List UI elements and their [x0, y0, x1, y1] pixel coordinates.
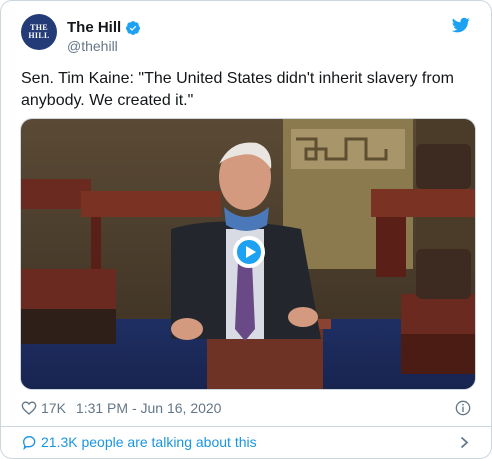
twitter-bird-icon[interactable] [451, 16, 471, 34]
like-count[interactable]: 17K [41, 400, 66, 416]
video-player[interactable] [20, 118, 476, 390]
chevron-right-icon [460, 436, 469, 449]
conversation-link[interactable]: 21.3K people are talking about this [21, 432, 471, 452]
conversation-text: 21.3K people are talking about this [41, 434, 257, 450]
avatar-text-line2: HILL [28, 31, 50, 40]
tweet-header: THE HILL The Hill @thehill [21, 14, 471, 58]
info-icon[interactable] [455, 400, 471, 416]
tweet-timestamp[interactable]: 1:31 PM - Jun 16, 2020 [76, 400, 222, 416]
embedded-tweet-card[interactable]: THE HILL The Hill @thehill Sen. Tim Kain… [0, 0, 492, 459]
tweet-text: Sen. Tim Kaine: "The United States didn'… [21, 70, 454, 109]
divider [1, 426, 491, 427]
author-name-row: The Hill [67, 19, 141, 36]
speech-bubble-icon [22, 435, 36, 450]
play-icon [245, 246, 256, 258]
author-handle[interactable]: @thehill [67, 38, 118, 54]
play-button[interactable] [233, 236, 265, 268]
verified-badge-icon [126, 20, 141, 35]
avatar[interactable]: THE HILL [21, 14, 57, 50]
heart-icon[interactable] [21, 400, 37, 416]
author-name[interactable]: The Hill [67, 19, 121, 36]
tweet-meta: 17K 1:31 PM - Jun 16, 2020 [21, 398, 471, 418]
